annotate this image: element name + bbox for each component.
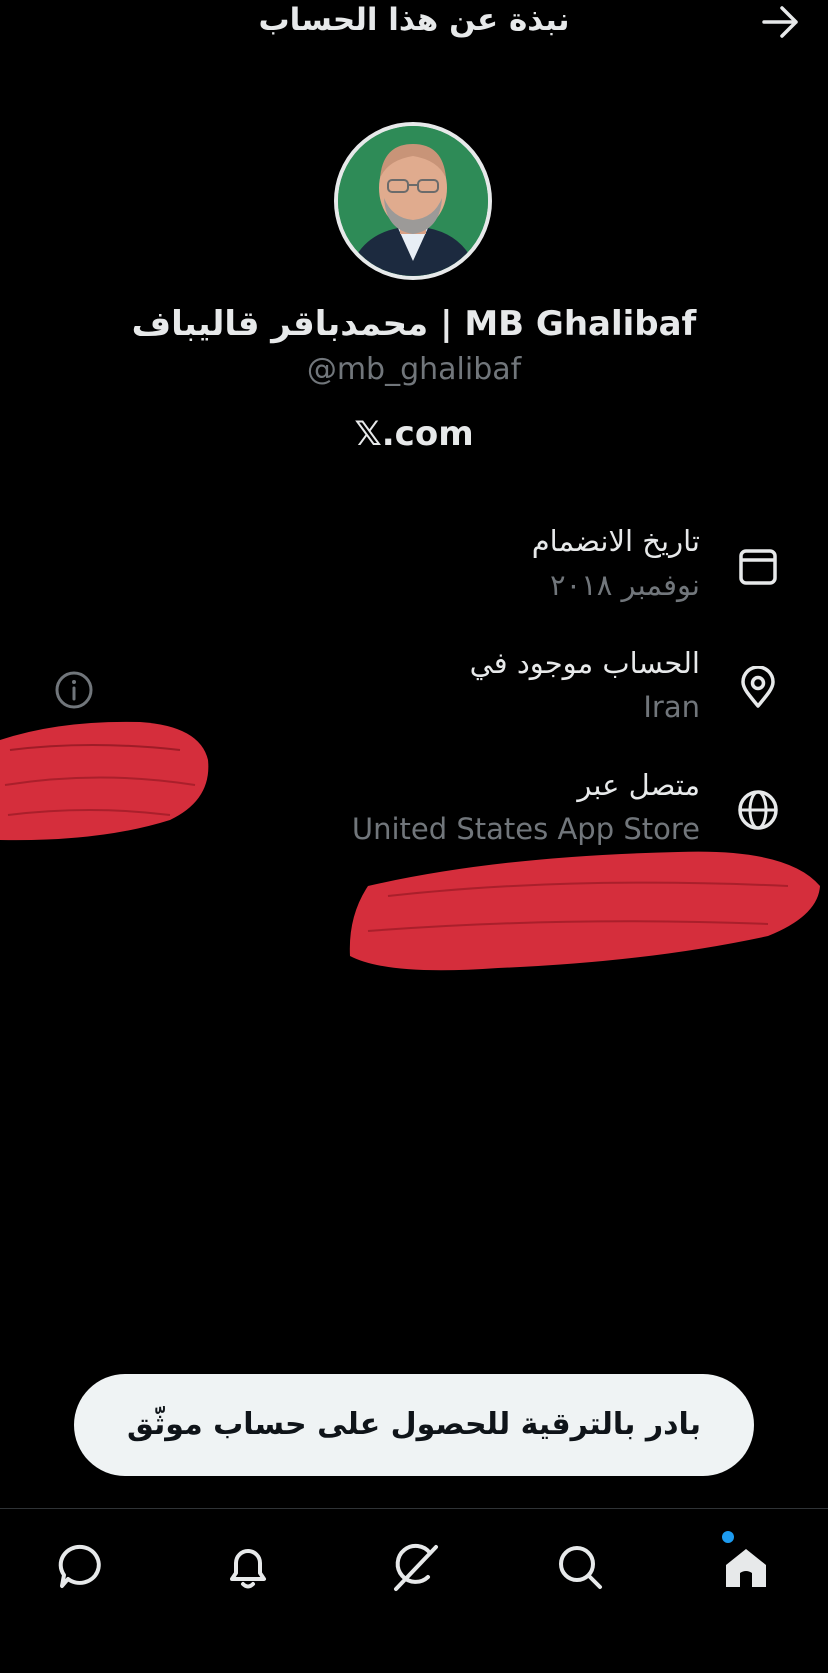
tab-grok-icon[interactable] [386, 1539, 442, 1595]
detail-value: نوفمبر ٢٠١٨ [550, 568, 700, 602]
page-title: نبذة عن هذا الحساب [258, 2, 570, 38]
tab-search-icon[interactable] [552, 1539, 608, 1595]
redaction-mark [0, 710, 215, 850]
calendar-icon [736, 544, 780, 588]
bottom-tab-bar [0, 1508, 828, 1673]
tab-notifications-icon[interactable] [220, 1539, 276, 1595]
notification-dot [722, 1531, 734, 1543]
handle: @mb_ghalibaf [306, 352, 522, 387]
info-icon[interactable] [54, 670, 94, 710]
detail-label: تاريخ الانضمام [531, 524, 700, 558]
display-name: محمدباقر قالیباف | MB Ghalibaf [131, 304, 697, 344]
detail-label: الحساب موجود في [469, 646, 700, 680]
site-label: 𝕏.com [354, 414, 474, 454]
avatar[interactable] [334, 122, 492, 280]
back-arrow-icon[interactable] [760, 2, 802, 42]
upgrade-verified-button[interactable]: بادر بالترقية للحصول على حساب موثّق [74, 1374, 754, 1476]
redaction-mark [348, 836, 824, 980]
detail-label: متصل عبر [577, 768, 700, 802]
tab-home-icon[interactable] [718, 1539, 774, 1595]
detail-value: Iran [643, 690, 700, 724]
tab-messages-icon[interactable] [54, 1539, 110, 1595]
location-pin-icon [736, 665, 780, 710]
header-bar: نبذة عن هذا الحساب [0, 0, 828, 60]
globe-icon [736, 788, 780, 832]
